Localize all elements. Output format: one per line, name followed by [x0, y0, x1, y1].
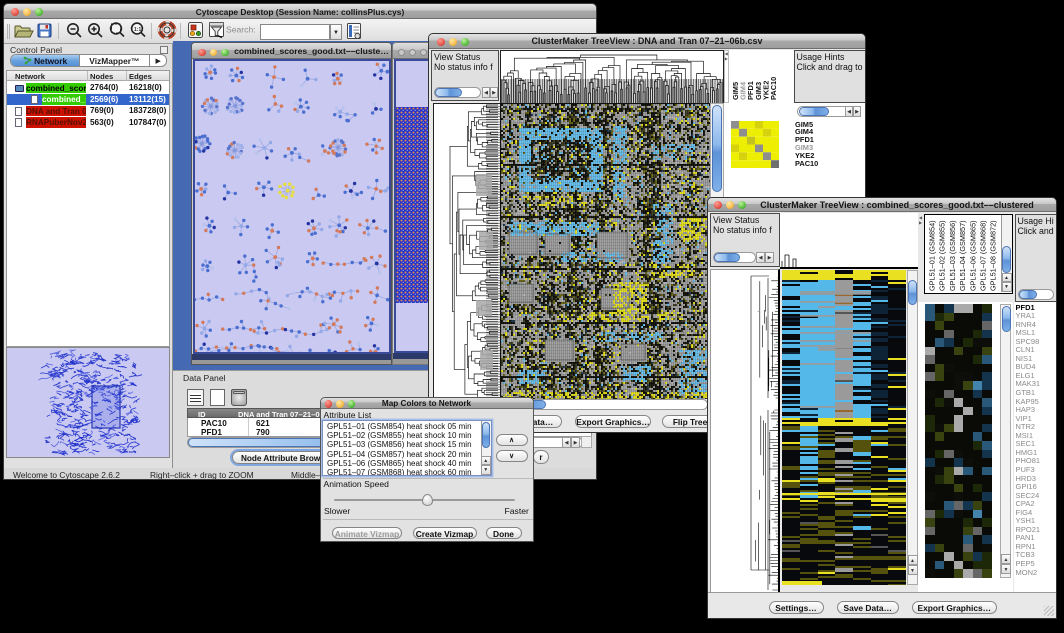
svg-text:GPL51–01 (GSM854): GPL51–01 (GSM854) [928, 220, 937, 291]
svg-text:1:1: 1:1 [134, 27, 141, 33]
svg-text:GPL51–04 (GSM857): GPL51–04 (GSM857) [958, 220, 967, 291]
svg-text:GPL51–03 (GSM856): GPL51–03 (GSM856) [948, 220, 957, 291]
svg-text:GPL51–02 (GSM855): GPL51–02 (GSM855) [938, 220, 947, 291]
svg-text:GPL51–07 (GSM868): GPL51–07 (GSM868) [979, 220, 988, 291]
svg-text:PAC10: PAC10 [769, 76, 778, 99]
svg-text:GPL51–06 (GSM865): GPL51–06 (GSM865) [968, 220, 977, 291]
svg-text:GPL51–08 (GSM872): GPL51–08 (GSM872) [989, 220, 998, 291]
svg-text:Search:: Search: [226, 25, 256, 35]
